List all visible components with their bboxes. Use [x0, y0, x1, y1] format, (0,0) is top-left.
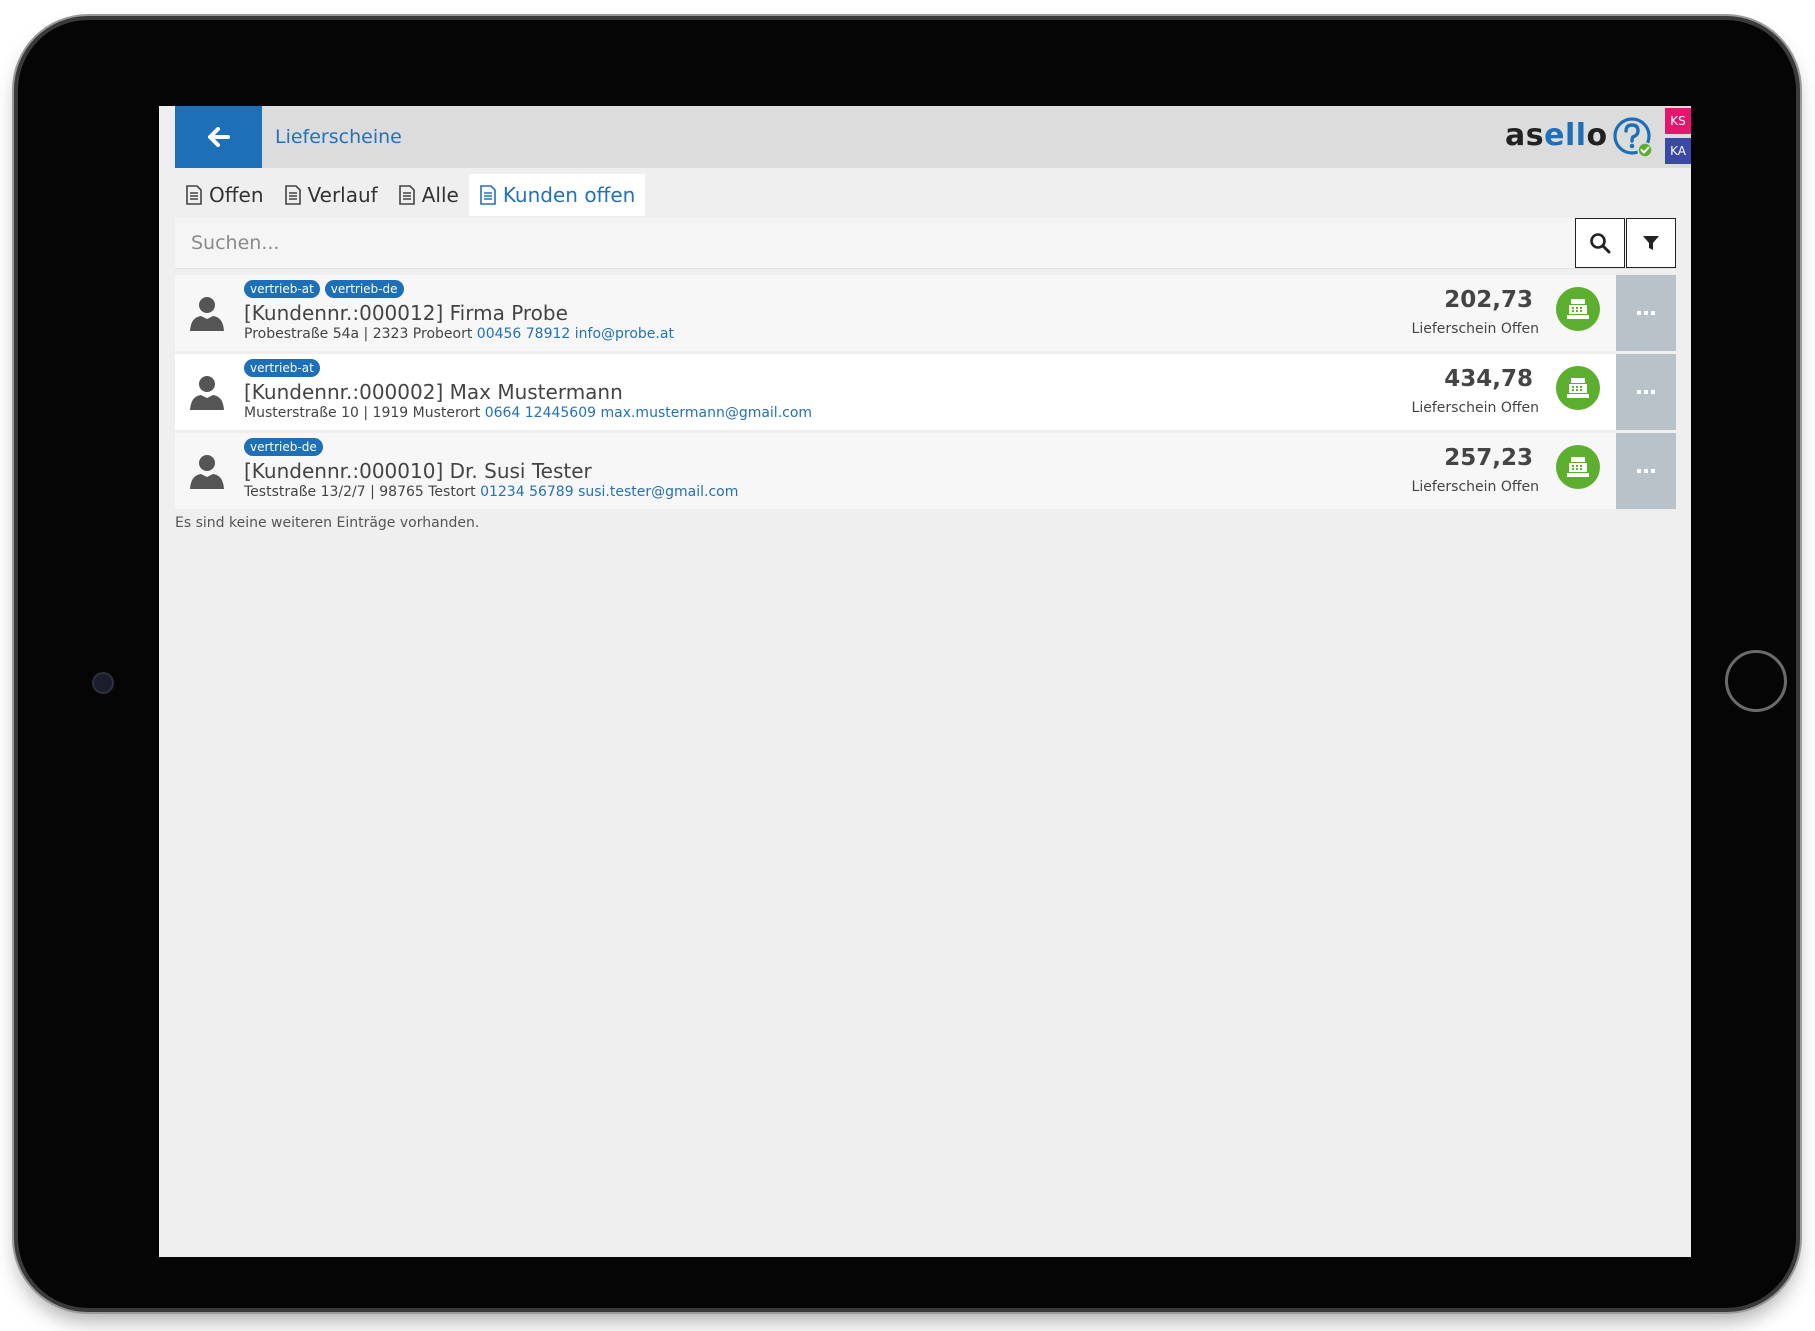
search-icon [1590, 233, 1611, 254]
tag-badge: vertrieb-at [244, 280, 320, 298]
customer-name: [Kundennr.:000010] Dr. Susi Tester [244, 459, 592, 483]
logo-text-suffix: o [1586, 118, 1608, 153]
customer-email-link[interactable]: max.mustermann@gmail.com [600, 405, 812, 421]
ellipsis-icon [1637, 390, 1655, 394]
tag-list: vertrieb-at [244, 359, 320, 377]
tag-badge: vertrieb-de [324, 280, 404, 298]
tab-kunden-offen[interactable]: Kunden offen [468, 174, 646, 216]
tag-badge: vertrieb-de [244, 438, 323, 456]
user-badge-ks[interactable]: KS [1665, 108, 1691, 134]
list-item[interactable]: vertrieb-at vertrieb-de [Kundennr.:00001… [175, 275, 1676, 351]
logo-text-prefix: as [1505, 118, 1545, 153]
ellipsis-icon [1637, 311, 1655, 315]
document-icon [480, 185, 496, 205]
search-bar [175, 218, 1676, 269]
cash-register-icon [1567, 378, 1589, 398]
tab-verlauf[interactable]: Verlauf [274, 174, 388, 216]
logo-text-highlight: ell [1544, 118, 1587, 153]
filter-icon [1643, 236, 1659, 250]
cash-register-icon [1567, 299, 1589, 319]
tag-badge: vertrieb-at [244, 359, 320, 377]
customer-address: Musterstraße 10 | 1919 Musterort [244, 405, 481, 421]
cash-register-button[interactable] [1556, 366, 1600, 410]
cash-register-button[interactable] [1556, 445, 1600, 489]
customer-phone-link[interactable]: 00456 78912 [477, 326, 571, 342]
search-input[interactable] [175, 218, 1555, 268]
asello-logo: asello [1505, 112, 1608, 160]
tab-alle[interactable]: Alle [388, 174, 469, 216]
user-icon [190, 376, 224, 410]
cash-register-icon [1567, 457, 1589, 477]
customer-contact: Teststraße 13/2/7 | 98765 Testort 01234 … [244, 484, 738, 500]
list-item[interactable]: vertrieb-at [Kundennr.:000002] Max Muste… [175, 354, 1676, 430]
more-actions-button[interactable] [1616, 275, 1676, 351]
help-question-icon[interactable] [1612, 116, 1654, 158]
more-actions-button[interactable] [1616, 433, 1676, 509]
open-amount: 434,78 [1444, 366, 1533, 392]
tab-label: Offen [209, 183, 264, 207]
camera-icon [92, 672, 114, 694]
ellipsis-icon [1637, 469, 1655, 473]
more-actions-button[interactable] [1616, 354, 1676, 430]
tag-list: vertrieb-de [244, 438, 323, 456]
filter-button[interactable] [1626, 218, 1676, 268]
tag-list: vertrieb-at vertrieb-de [244, 280, 404, 298]
search-button[interactable] [1575, 218, 1625, 268]
home-button[interactable] [1725, 650, 1787, 712]
tab-offen[interactable]: Offen [175, 174, 274, 216]
cash-register-button[interactable] [1556, 287, 1600, 331]
arrow-left-icon [207, 127, 230, 147]
customer-address: Teststraße 13/2/7 | 98765 Testort [244, 484, 476, 500]
customer-contact: Musterstraße 10 | 1919 Musterort 0664 12… [244, 405, 812, 421]
open-amount: 202,73 [1444, 287, 1533, 313]
document-icon [186, 185, 202, 205]
tab-label: Kunden offen [502, 183, 636, 207]
customer-phone-link[interactable]: 01234 56789 [480, 484, 574, 500]
tab-label: Verlauf [307, 183, 378, 207]
user-badge-ka[interactable]: KA [1665, 138, 1691, 164]
open-amount: 257,23 [1444, 445, 1533, 471]
tab-bar: Offen Verlauf Alle Kunden offen [175, 174, 646, 216]
customer-email-link[interactable]: info@probe.at [575, 326, 674, 342]
amount-status-label: Lieferschein Offen [1411, 400, 1539, 416]
amount-status-label: Lieferschein Offen [1411, 479, 1539, 495]
customer-contact: Probestraße 54a | 2323 Probeort 00456 78… [244, 326, 674, 342]
customer-list: vertrieb-at vertrieb-de [Kundennr.:00001… [175, 275, 1676, 512]
back-button[interactable] [175, 106, 262, 168]
app-screen: Lieferscheine asello KS KA Offen Verlauf [159, 106, 1691, 1257]
customer-email-link[interactable]: susi.tester@gmail.com [578, 484, 738, 500]
no-more-entries-note: Es sind keine weiteren Einträge vorhande… [175, 515, 480, 531]
user-icon [190, 297, 224, 331]
amount-status-label: Lieferschein Offen [1411, 321, 1539, 337]
customer-address: Probestraße 54a | 2323 Probeort [244, 326, 473, 342]
app-header: Lieferscheine asello KS KA [175, 106, 1691, 168]
list-item[interactable]: vertrieb-de [Kundennr.:000010] Dr. Susi … [175, 433, 1676, 509]
tablet-frame: Lieferscheine asello KS KA Offen Verlauf [18, 20, 1796, 1308]
document-icon [284, 185, 301, 205]
document-icon [398, 185, 415, 205]
customer-name: [Kundennr.:000002] Max Mustermann [244, 380, 623, 404]
user-icon [190, 455, 224, 489]
customer-name: [Kundennr.:000012] Firma Probe [244, 301, 568, 325]
customer-phone-link[interactable]: 0664 12445609 [485, 405, 596, 421]
page-title: Lieferscheine [275, 126, 402, 148]
tab-label: Alle [421, 183, 459, 207]
